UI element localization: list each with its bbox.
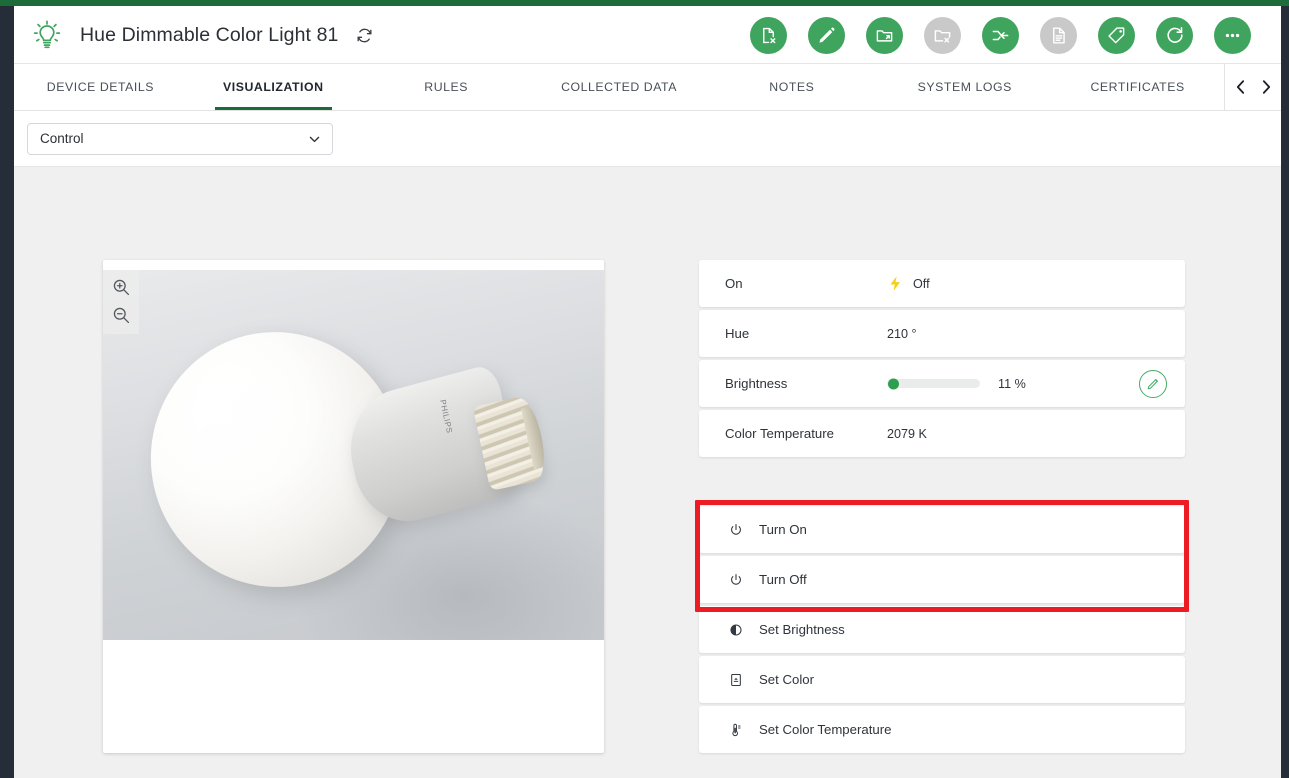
action-turn-off[interactable]: Turn Off <box>699 556 1185 603</box>
chevron-left-icon[interactable] <box>1227 64 1253 110</box>
property-row-hue: Hue 210 ° <box>699 310 1185 357</box>
tab-rules[interactable]: RULES <box>360 64 533 110</box>
delete-folder-button <box>924 16 961 54</box>
app-root: Hue Dimmable Color Light 81 DEVICE DETAI… <box>0 0 1289 778</box>
left-rail <box>0 6 14 778</box>
property-label: On <box>725 276 743 291</box>
action-label: Turn On <box>759 522 807 537</box>
device-photo[interactable]: PHILIPS <box>103 270 604 640</box>
edit-device-button[interactable] <box>808 16 845 54</box>
power-icon <box>728 522 743 537</box>
edit-brightness-button[interactable] <box>1139 369 1167 398</box>
action-label: Set Color <box>759 672 814 687</box>
tab-label: NOTES <box>769 80 815 94</box>
visualization-content: PHILIPS On Off Hue 210 ° Brightness 11 %… <box>14 167 1281 774</box>
tab-collected-data[interactable]: COLLECTED DATA <box>533 64 706 110</box>
refresh-icon[interactable] <box>339 26 374 45</box>
page-container: Hue Dimmable Color Light 81 DEVICE DETAI… <box>14 6 1281 778</box>
tab-label: CERTIFICATES <box>1090 80 1185 94</box>
chevron-down-icon <box>308 132 321 145</box>
brightness-half-icon <box>728 622 743 637</box>
property-row-brightness: Brightness 11 % <box>699 360 1185 407</box>
property-value: 2079 K <box>887 427 927 441</box>
action-set-color-temperature[interactable]: Set Color Temperature <box>699 706 1185 753</box>
brightness-percent-label: 11 % <box>998 376 1026 391</box>
tab-label: COLLECTED DATA <box>561 80 677 94</box>
view-select-value: Control <box>40 131 84 146</box>
device-control-column: On Off Hue 210 ° Brightness 11 % Color T… <box>695 260 1189 753</box>
header-action-buttons <box>750 16 1269 54</box>
zoom-out-icon[interactable] <box>110 304 132 326</box>
app-header: Hue Dimmable Color Light 81 <box>14 6 1281 64</box>
header-left: Hue Dimmable Color Light 81 <box>30 18 374 52</box>
action-list: Turn On Turn Off Set Brightness Set Colo… <box>699 506 1185 753</box>
property-label: Hue <box>725 326 750 341</box>
more-options-button[interactable] <box>1214 16 1251 54</box>
view-select[interactable]: Control <box>27 122 333 155</box>
tab-notes[interactable]: NOTES <box>705 64 878 110</box>
actions-section: Turn On Turn Off Set Brightness Set Colo… <box>695 500 1189 753</box>
tab-label: DEVICE DETAILS <box>46 80 155 94</box>
lightbulb-icon <box>30 18 64 52</box>
device-image-card: PHILIPS <box>103 260 604 753</box>
action-set-brightness[interactable]: Set Brightness <box>699 606 1185 653</box>
color-swatch-icon <box>728 672 743 687</box>
action-turn-on[interactable]: Turn On <box>699 506 1185 553</box>
tab-label: SYSTEM LOGS <box>917 80 1012 94</box>
tab-bar: DEVICE DETAILS VISUALIZATION RULES COLLE… <box>14 64 1281 111</box>
property-list: On Off Hue 210 ° Brightness 11 % Color T… <box>699 260 1185 457</box>
action-label: Set Brightness <box>759 622 845 637</box>
property-row-on: On Off <box>699 260 1185 307</box>
action-label: Set Color Temperature <box>759 722 892 737</box>
property-value-text: 2079 K <box>887 426 927 441</box>
property-value: Off <box>887 275 930 292</box>
delete-device-button[interactable] <box>750 16 787 54</box>
tab-certificates[interactable]: CERTIFICATES <box>1051 64 1224 110</box>
brightness-slider-knob[interactable] <box>888 378 899 389</box>
property-value-text: 210 ° <box>887 326 917 341</box>
tab-list: DEVICE DETAILS VISUALIZATION RULES COLLE… <box>14 64 1224 110</box>
tab-device-details[interactable]: DEVICE DETAILS <box>14 64 187 110</box>
photo-zoom-controls <box>103 270 139 334</box>
action-set-color[interactable]: Set Color <box>699 656 1185 703</box>
tab-system-logs[interactable]: SYSTEM LOGS <box>878 64 1051 110</box>
flash-icon <box>887 275 904 292</box>
power-icon <box>728 572 743 587</box>
tab-label: VISUALIZATION <box>223 80 324 94</box>
tag-button[interactable] <box>1098 16 1135 54</box>
brightness-slider[interactable] <box>887 378 980 389</box>
page-title: Hue Dimmable Color Light 81 <box>80 23 339 46</box>
property-value: 11 % <box>887 377 1026 391</box>
tab-scroll-controls <box>1224 64 1281 110</box>
refresh-button[interactable] <box>1156 16 1193 54</box>
chevron-right-icon[interactable] <box>1253 64 1279 110</box>
content-columns: PHILIPS On Off Hue 210 ° Brightness 11 %… <box>14 260 1281 753</box>
thermometer-icon <box>728 722 743 737</box>
zoom-in-icon[interactable] <box>110 276 132 298</box>
property-row-color-temperature: Color Temperature 2079 K <box>699 410 1185 457</box>
tab-label: RULES <box>424 80 469 94</box>
connect-device-button[interactable] <box>982 16 1019 54</box>
property-value-text: Off <box>913 276 930 291</box>
property-label: Color Temperature <box>725 426 834 441</box>
property-value: 210 ° <box>887 327 917 341</box>
document-button <box>1040 16 1077 54</box>
move-device-button[interactable] <box>866 16 903 54</box>
property-label: Brightness <box>725 376 788 391</box>
right-rail <box>1281 6 1289 778</box>
tab-visualization[interactable]: VISUALIZATION <box>187 64 360 110</box>
filter-bar: Control <box>14 111 1281 167</box>
action-label: Turn Off <box>759 572 807 587</box>
